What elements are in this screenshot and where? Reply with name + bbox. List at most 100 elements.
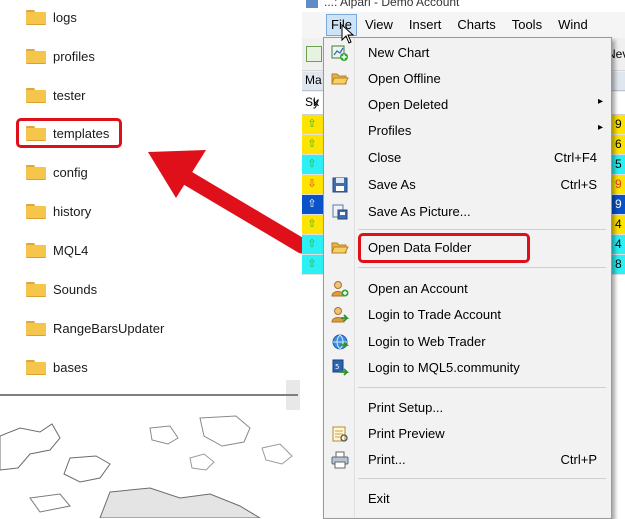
svg-text:5: 5 [335,363,339,371]
menu-item-save-as[interactable]: Save As Ctrl+S [324,172,611,198]
window-title: ...: Alpari - Demo Account [324,0,460,9]
folder-config[interactable]: config [26,160,88,184]
menu-item-label: Save As Picture... [368,204,471,219]
red-pointer-arrow-icon [148,150,310,254]
partial-column-header: k [313,95,319,109]
menu-item-label: Print Setup... [368,400,444,415]
menu-item-label: Login to MQL5.community [368,360,520,375]
folder-icon [26,203,46,219]
up-arrow-icon: ⇧ [307,198,317,210]
folder-label: logs [53,9,77,25]
menu-item-label: Save As [368,177,416,192]
menu-item-print-preview[interactable]: Print Preview [324,421,611,447]
menu-item-label: Profiles [368,123,412,138]
quote-value: 9 [614,115,625,134]
menu-charts[interactable]: Charts [449,14,503,36]
new-chart-toolbar-icon[interactable] [306,46,322,62]
folder-label: Sounds [53,281,98,297]
map-sketch-image [0,415,293,518]
menu-item-print[interactable]: Print... Ctrl+P [324,447,611,473]
quote-value: 9 [614,175,625,194]
menu-item-login-trade-account[interactable]: Login to Trade Account [324,302,611,328]
open-data-folder-highlight-box [358,233,530,263]
menu-view[interactable]: View [357,14,401,36]
folder-logs[interactable]: logs [26,5,77,29]
folder-history[interactable]: history [26,199,91,223]
quote-value: 4 [614,215,625,234]
folder-icon [26,359,46,375]
shortcut-label: Ctrl+S [560,177,597,192]
menu-insert[interactable]: Insert [401,14,450,36]
new-chart-icon [331,44,349,62]
menu-item-label: Login to Web Trader [368,334,486,349]
open-folder-icon [331,70,349,88]
menu-tools[interactable]: Tools [504,14,550,36]
window-titlebar: ...: Alpari - Demo Account [302,0,625,12]
folder-tester[interactable]: tester [26,83,86,107]
menu-item-login-web-trader[interactable]: Login to Web Trader [324,329,611,355]
up-arrow-icon: ⇧ [307,218,317,230]
up-arrow-icon: ⇧ [307,118,317,130]
up-arrow-icon: ⇧ [307,238,317,250]
user-add-icon [331,280,349,298]
menu-separator [358,387,606,388]
up-arrow-icon: ⇧ [307,258,317,270]
menu-item-exit[interactable]: Exit [324,486,611,512]
menu-separator [358,478,606,479]
down-arrow-icon: ⇩ [307,178,317,190]
shortcut-label: Ctrl+F4 [554,150,597,165]
file-dropdown-menu: New Chart Open Offline Open Deleted ▸ Pr… [323,37,612,519]
menu-item-open-deleted[interactable]: Open Deleted ▸ [324,92,611,118]
market-watch-title: Ma [305,73,322,87]
menu-item-login-mql5[interactable]: 5 Login to MQL5.community [324,355,611,381]
quote-value: 8 [614,255,625,274]
menu-item-profiles[interactable]: Profiles ▸ [324,118,611,144]
menu-item-label: Print Preview [368,426,445,441]
menu-item-label: New Chart [368,45,430,60]
folder-icon [26,164,46,180]
shortcut-label: Ctrl+P [560,452,597,467]
folder-bases[interactable]: bases [26,355,88,379]
menu-item-close[interactable]: Close Ctrl+F4 [324,145,611,171]
menu-window[interactable]: Wind [550,14,596,36]
mql5-icon: 5 [331,359,349,377]
web-trader-icon [331,333,349,351]
user-login-icon [331,306,349,324]
menu-item-open-offline[interactable]: Open Offline [324,66,611,92]
folder-label: tester [53,87,86,103]
folder-sounds[interactable]: Sounds [26,277,97,301]
folder-icon [26,87,46,103]
menu-item-print-setup[interactable]: Print Setup... [324,395,611,421]
menu-item-label: Open an Account [368,281,468,296]
save-picture-icon [331,203,349,221]
folder-rangebarsupdater[interactable]: RangeBarsUpdater [26,316,164,340]
menu-item-label: Close [368,150,402,165]
app-icon [306,0,318,8]
submenu-arrow-icon: ▸ [597,96,603,107]
mouse-cursor-icon [341,24,355,44]
folder-label: config [53,164,88,180]
panel-divider [0,394,298,396]
folder-icon [26,242,46,258]
menu-item-label: Login to Trade Account [368,307,501,322]
up-arrow-icon: ⇧ [307,138,317,150]
menu-item-new-chart[interactable]: New Chart [324,40,611,66]
open-folder-icon [331,239,349,257]
menu-separator [358,229,606,230]
menu-item-save-as-picture[interactable]: Save As Picture... [324,199,611,225]
menu-item-label: Open Deleted [368,97,449,112]
menu-item-label: Open Offline [368,71,441,86]
folder-label: RangeBarsUpdater [53,320,165,336]
menu-item-label: Exit [368,491,390,506]
quote-value: 9 [614,195,625,214]
up-arrow-icon: ⇧ [307,158,317,170]
menu-item-open-an-account[interactable]: Open an Account [324,276,611,302]
printer-icon [331,451,349,469]
folder-label: history [53,203,92,219]
quote-value: 6 [614,135,625,154]
folder-mql4[interactable]: MQL4 [26,238,88,262]
floppy-disk-icon [331,176,349,194]
submenu-arrow-icon: ▸ [597,122,603,133]
folder-label: profiles [53,48,95,64]
folder-profiles[interactable]: profiles [26,44,95,68]
